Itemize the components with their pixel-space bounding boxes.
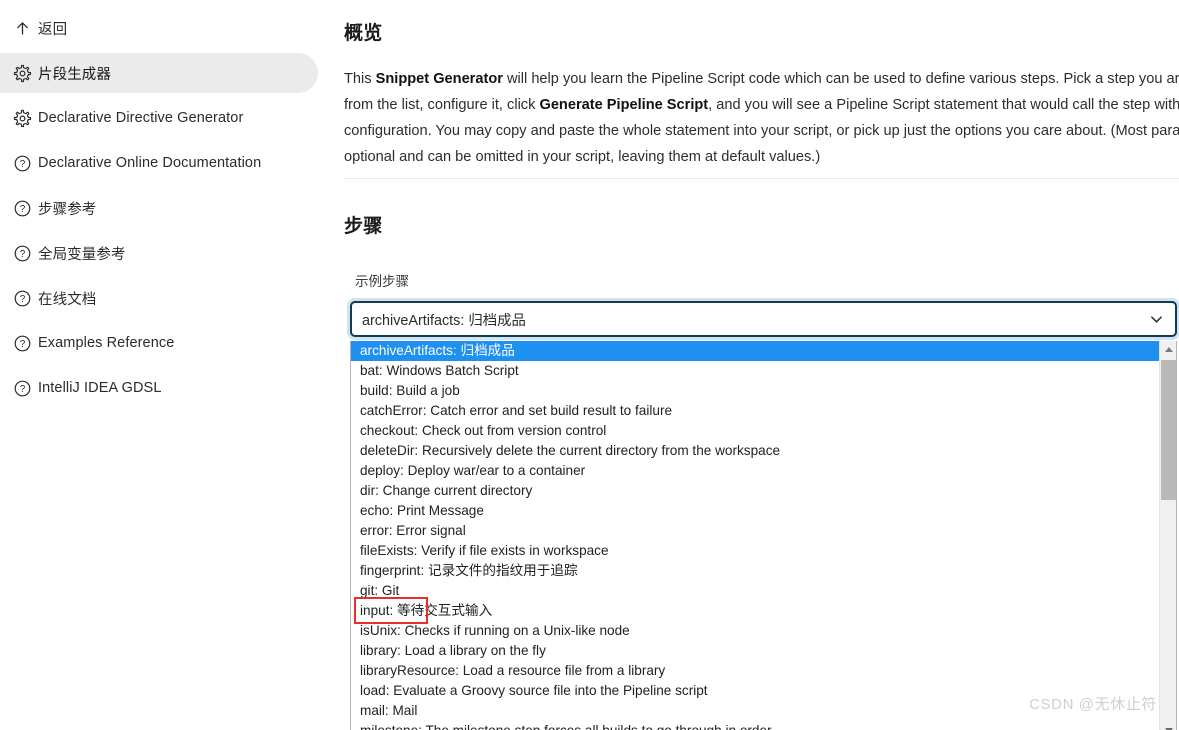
page-title: 概览 [344, 23, 383, 44]
dropdown-option[interactable]: archiveArtifacts: 归档成品 [351, 341, 1159, 361]
sidebar-item-declarative-online-documentation[interactable]: ? Declarative Online Documentation [0, 143, 318, 183]
svg-text:?: ? [19, 248, 25, 259]
dropdown-option[interactable]: fingerprint: 记录文件的指纹用于追踪 [351, 561, 1159, 581]
dropdown-option[interactable]: isUnix: Checks if running on a Unix-like… [351, 621, 1159, 641]
sidebar-item-label: Declarative Directive Generator [38, 110, 244, 126]
dropdown-option[interactable]: error: Error signal [351, 521, 1159, 541]
sidebar-item-steps-reference[interactable]: ? 步骤参考 [0, 188, 318, 228]
question-circle-icon: ? [6, 154, 38, 173]
sidebar-item-intellij-idea-gdsl[interactable]: ? IntelliJ IDEA GDSL [0, 368, 318, 408]
chevron-down-icon[interactable] [1149, 312, 1164, 327]
intro-text: configuration. You may copy and paste th… [344, 123, 1179, 139]
intro-line: This Snippet Generator will help you lea… [344, 66, 1179, 92]
step-select-wrapper: archiveArtifacts: 归档成品 archiveArtifacts:… [350, 301, 1177, 730]
sidebar-item-label: 返回 [38, 21, 68, 38]
intro-paragraph: This Snippet Generator will help you lea… [344, 66, 1179, 170]
svg-text:?: ? [19, 383, 25, 394]
sidebar-item-snippet-generator[interactable]: 片段生成器 [0, 53, 318, 93]
question-circle-icon: ? [6, 289, 38, 308]
sidebar-item-examples-reference[interactable]: ? Examples Reference [0, 323, 318, 363]
sidebar-item-declarative-directive-generator[interactable]: Declarative Directive Generator [0, 98, 318, 138]
question-circle-icon: ? [6, 199, 38, 218]
dropdown-scrollbar[interactable] [1159, 341, 1176, 730]
dropdown-option[interactable]: dir: Change current directory [351, 481, 1159, 501]
sidebar-item-label: 片段生成器 [38, 66, 111, 83]
section-divider [344, 178, 1179, 179]
dropdown-option[interactable]: checkout: Check out from version control [351, 421, 1159, 441]
gear-icon [6, 109, 38, 128]
sidebar-item-back[interactable]: 返回 [0, 8, 318, 48]
sidebar-item-label: 全局变量参考 [38, 246, 126, 263]
scrollbar-thumb[interactable] [1161, 360, 1176, 500]
svg-text:?: ? [19, 203, 25, 214]
intro-line: optional and can be omitted in your scri… [344, 144, 1179, 170]
sidebar-item-label: 步骤参考 [38, 201, 97, 218]
intro-emphasis: Generate Pipeline Script [539, 97, 709, 113]
steps-heading: 步骤 [344, 216, 383, 237]
question-circle-icon: ? [6, 244, 38, 263]
dropdown-option[interactable]: echo: Print Message [351, 501, 1159, 521]
dropdown-option[interactable]: fileExists: Verify if file exists in wor… [351, 541, 1159, 561]
intro-line: from the list, configure it, click Gener… [344, 92, 1179, 118]
dropdown-options: archiveArtifacts: 归档成品 bat: Windows Batch… [351, 341, 1159, 730]
dropdown-option[interactable]: deleteDir: Recursively delete the curren… [351, 441, 1159, 461]
sidebar: 返回 片段生成器 Declarative Directive Generator? D… [0, 0, 318, 730]
dropdown-option[interactable]: mail: Mail [351, 701, 1159, 721]
intro-text: will help you learn the Pipeline Script … [506, 71, 1179, 87]
sidebar-item-online-documentation[interactable]: ? 在线文档 [0, 278, 318, 318]
intro-text: from the list, configure it, click [344, 97, 540, 113]
intro-line: configuration. You may copy and paste th… [344, 118, 1179, 144]
step-select-value: archiveArtifacts: 归档成品 [362, 312, 526, 329]
gear-icon [6, 64, 38, 83]
question-circle-icon: ? [6, 379, 38, 398]
sample-step-label: 示例步骤 [355, 274, 409, 289]
sidebar-item-label: 在线文档 [38, 291, 97, 308]
sidebar-item-label: Declarative Online Documentation [38, 155, 262, 171]
svg-text:?: ? [19, 338, 25, 349]
svg-text:?: ? [19, 158, 25, 169]
dropdown-option[interactable]: bat: Windows Batch Script [351, 361, 1159, 381]
dropdown-option[interactable]: load: Evaluate a Groovy source file into… [351, 681, 1159, 701]
triangle-down-icon[interactable] [1160, 722, 1176, 730]
step-select[interactable]: archiveArtifacts: 归档成品 [350, 301, 1177, 337]
dropdown-option[interactable]: deploy: Deploy war/ear to a container [351, 461, 1159, 481]
sidebar-item-label: IntelliJ IDEA GDSL [38, 380, 162, 396]
svg-text:?: ? [19, 293, 25, 304]
dropdown-option[interactable]: input: 等待交互式输入 [351, 597, 1159, 624]
main-content: 概览 This Snippet Generator will help you … [318, 0, 1179, 730]
dropdown-option[interactable]: git: Git [351, 581, 1159, 601]
dropdown-option[interactable]: library: Load a library on the fly [351, 641, 1159, 661]
intro-emphasis: Snippet Generator [375, 71, 503, 87]
sidebar-item-global-variables-reference[interactable]: ? 全局变量参考 [0, 233, 318, 273]
dropdown-option[interactable]: catchError: Catch error and set build re… [351, 401, 1159, 421]
intro-text: optional and can be omitted in your scri… [344, 149, 821, 165]
dropdown-option[interactable]: milestone: The milestone step forces all… [351, 721, 1159, 730]
question-circle-icon: ? [6, 334, 38, 353]
intro-text: This [344, 71, 376, 87]
dropdown-option[interactable]: libraryResource: Load a resource file fr… [351, 661, 1159, 681]
arrow-up-icon [6, 19, 38, 38]
step-dropdown-list[interactable]: archiveArtifacts: 归档成品 bat: Windows Batch… [350, 341, 1177, 730]
intro-text: , and you will see a Pipeline Script sta… [708, 97, 1179, 113]
app-root: 返回 片段生成器 Declarative Directive Generator? D… [0, 0, 1179, 730]
triangle-up-icon[interactable] [1160, 341, 1176, 358]
sidebar-item-label: Examples Reference [38, 335, 175, 351]
dropdown-option[interactable]: build: Build a job [351, 381, 1159, 401]
